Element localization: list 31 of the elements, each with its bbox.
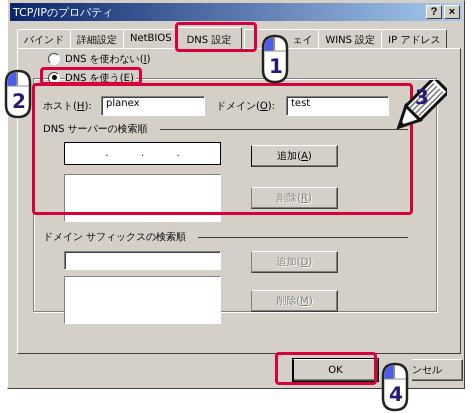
tab[interactable]: DNS 設定 [176, 27, 242, 49]
window-title: TCP/IPのプロパティ [13, 4, 114, 20]
ok-button[interactable]: OK [293, 359, 378, 381]
domain-label: ドメイン(O): [216, 100, 276, 112]
ip-separator: . [176, 148, 180, 159]
step-number: 4 [389, 384, 403, 404]
section-heading: ドメイン サフィックスの検索順 [43, 230, 186, 244]
tab[interactable]: 詳細設定 [70, 29, 124, 48]
host-label: ホスト(H): [43, 100, 93, 112]
section-heading: DNS サーバーの検索順 [43, 122, 148, 136]
ip-separator: . [140, 148, 144, 159]
step-number: 2 [12, 91, 26, 111]
domain-field[interactable]: test [286, 96, 389, 116]
radio-button[interactable] [48, 72, 60, 84]
help-button[interactable]: ? [426, 5, 442, 19]
tab[interactable]: バインド [17, 29, 71, 48]
tab[interactable]: IP アドレス [381, 29, 448, 48]
suffix-list[interactable] [64, 276, 221, 324]
step-number: 3 [415, 87, 429, 107]
server-list[interactable] [64, 174, 221, 222]
add-button[interactable]: 追加(A) [251, 145, 338, 167]
suffix-field[interactable] [64, 251, 221, 270]
radio-label[interactable]: DNS を使わない(I) [65, 52, 150, 66]
cancel-button[interactable]: ンセル [412, 359, 463, 381]
ip-address-field[interactable]: . . . [64, 142, 221, 165]
host-field[interactable]: planex [101, 96, 205, 116]
step-number: 1 [269, 56, 283, 76]
radio-button[interactable] [48, 52, 60, 64]
tab[interactable]: WINS 設定 [318, 29, 382, 48]
ip-separator: . [105, 148, 108, 159]
close-button[interactable]: × [444, 5, 460, 19]
